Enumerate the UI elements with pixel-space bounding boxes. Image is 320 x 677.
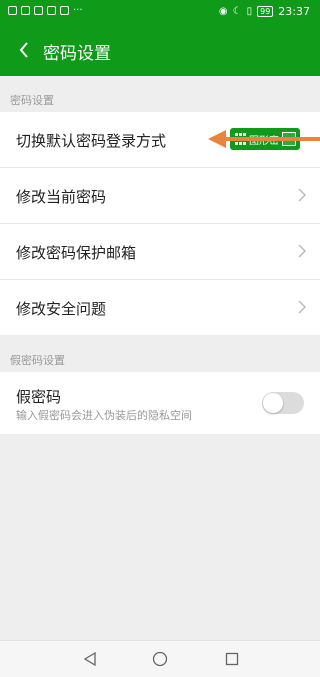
fake-password-title: 假密码 (16, 388, 62, 406)
row-label: 修改密码保护邮箱 (16, 244, 137, 262)
nav-recents-button[interactable] (222, 649, 242, 669)
clock: 23:37 (278, 5, 310, 18)
message-icon (60, 6, 69, 15)
fake-password-subtitle: 输入假密码会进入伪装后的隐私空间 (16, 409, 192, 422)
nav-back-button[interactable] (80, 649, 100, 669)
nav-back-icon (83, 652, 96, 666)
fake-password-list: 假密码 输入假密码会进入伪装后的隐私空间 (0, 372, 320, 434)
back-button[interactable] (10, 36, 38, 64)
nav-home-icon (152, 651, 168, 667)
nav-home-button[interactable] (150, 649, 170, 669)
wifi-icon (21, 6, 30, 15)
more-notifications-icon: ··· (73, 5, 83, 16)
row-label: 修改安全问题 (16, 300, 107, 318)
annotation-arrow-icon (208, 130, 320, 148)
back-arrow-icon (19, 42, 28, 58)
vibrate-icon: ▯ (246, 6, 253, 17)
status-icons-left: ··· (8, 5, 83, 16)
notification-icon (47, 6, 56, 15)
chevron-right-icon (298, 244, 306, 258)
sim-icon (8, 6, 17, 15)
status-bar: ··· ◉ ☾ ▯ 99 23:37 (0, 0, 320, 24)
moon-icon: ☾ (232, 6, 242, 17)
chevron-right-icon (298, 300, 306, 314)
eye-comfort-icon: ◉ (218, 6, 228, 17)
system-nav-bar (0, 640, 320, 677)
row-label: 修改当前密码 (16, 188, 107, 206)
chevron-right-icon (298, 188, 306, 202)
app-bar: 密码设置 (0, 24, 320, 76)
status-icons-right: ◉ ☾ ▯ 99 23:37 (219, 5, 310, 18)
battery-icon: 99 (257, 6, 274, 17)
section-label-fake-password: 假密码设置 (10, 354, 65, 367)
change-password-row[interactable]: 修改当前密码 (0, 168, 320, 224)
toggle-knob (263, 393, 283, 413)
fake-password-toggle[interactable] (262, 392, 304, 414)
page-title: 密码设置 (43, 44, 111, 64)
fake-password-row: 假密码 输入假密码会进入伪装后的隐私空间 (0, 372, 320, 434)
app-icon (34, 6, 43, 15)
row-label: 切换默认密码登录方式 (16, 132, 167, 150)
nav-recents-icon (225, 652, 239, 666)
change-security-question-row[interactable]: 修改安全问题 (0, 280, 320, 335)
section-label-password: 密码设置 (10, 94, 54, 107)
change-email-row[interactable]: 修改密码保护邮箱 (0, 224, 320, 280)
